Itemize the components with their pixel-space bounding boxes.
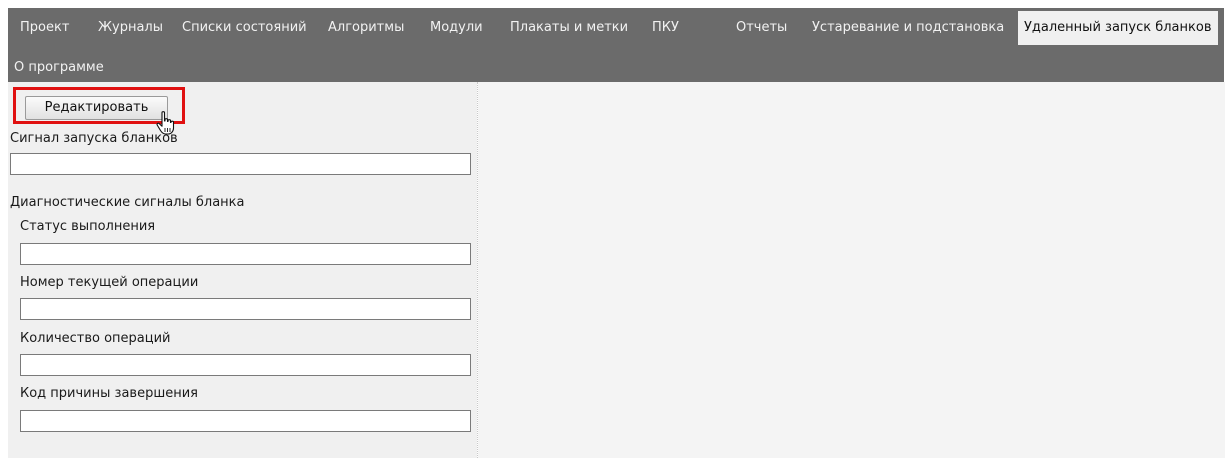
diagnostics-heading: Диагностические сигналы бланка <box>10 195 245 210</box>
status-field[interactable] <box>20 243 471 265</box>
reason-code-label: Код причины завершения <box>20 386 198 401</box>
current-operation-label: Номер текущей операции <box>20 275 199 290</box>
menu-item-posters-tags[interactable]: Плакаты и метки <box>510 11 628 45</box>
menu-item-journals[interactable]: Журналы <box>98 11 163 45</box>
menu-item-project[interactable]: Проект <box>20 11 69 45</box>
operation-count-field[interactable] <box>20 354 471 376</box>
operation-count-label: Количество операций <box>20 331 171 346</box>
launch-signal-label: Сигнал запуска бланков <box>10 131 178 146</box>
menu-item-reports[interactable]: Отчеты <box>736 11 787 45</box>
current-operation-field[interactable] <box>20 298 471 320</box>
menu-item-modules[interactable]: Модули <box>430 11 483 45</box>
hand-pointer-icon <box>156 111 175 135</box>
menu-item-about[interactable]: О программе <box>14 51 104 85</box>
status-label: Статус выполнения <box>20 219 156 234</box>
menu-item-algorithms[interactable]: Алгоритмы <box>328 11 404 45</box>
menu-item-obsolescence[interactable]: Устаревание и подстановка <box>812 11 1004 45</box>
launch-signal-field[interactable] <box>10 153 471 175</box>
reason-code-field[interactable] <box>20 410 471 432</box>
menu-item-state-lists[interactable]: Списки состояний <box>182 11 307 45</box>
menu-item-pku[interactable]: ПКУ <box>652 11 679 45</box>
main-menu-bar: Проект Журналы Списки состояний Алгоритм… <box>8 8 1224 82</box>
menu-item-remote-launch[interactable]: Удаленный запуск бланков <box>1018 11 1218 45</box>
content-area <box>478 82 1225 458</box>
